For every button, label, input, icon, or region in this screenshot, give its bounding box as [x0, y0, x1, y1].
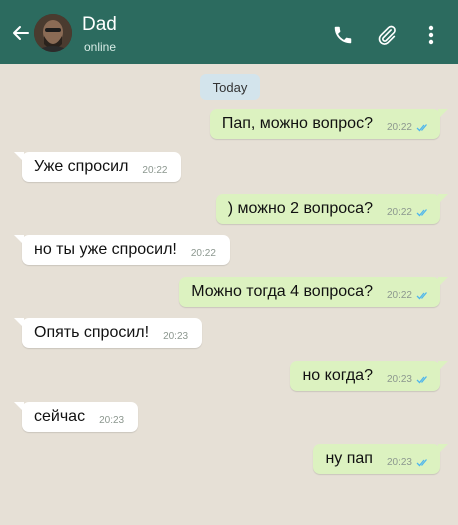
- message-text: но когда?: [302, 367, 373, 384]
- contact-name[interactable]: Dad: [82, 14, 117, 36]
- message-text: Опять спросил!: [34, 324, 150, 341]
- message-time: 20:23: [163, 330, 189, 342]
- message-list[interactable]: Today Пап, можно вопрос? 20:22 Уже спрос…: [0, 64, 458, 525]
- message-incoming[interactable]: Опять спросил! 20:23: [13, 318, 203, 348]
- message-outgoing[interactable]: но когда? 20:23: [290, 361, 448, 391]
- message-time: 20:22: [386, 289, 412, 301]
- message-outgoing[interactable]: ) можно 2 вопроса? 20:22: [215, 194, 449, 224]
- message-text: но ты уже спросил!: [34, 241, 177, 258]
- chat-header: Dad online: [0, 0, 458, 64]
- message-time: 20:23: [386, 373, 412, 385]
- contact-status: online: [84, 40, 117, 54]
- read-check-icon: [416, 208, 430, 217]
- message-text: Пап, можно вопрос?: [221, 115, 373, 132]
- message-time: 20:23: [386, 456, 412, 468]
- message-text: Можно тогда 4 вопроса?: [191, 283, 373, 300]
- read-check-icon: [416, 123, 430, 132]
- date-divider: Today: [200, 74, 260, 100]
- message-incoming[interactable]: но ты уже спросил! 20:22: [14, 235, 230, 265]
- message-outgoing[interactable]: ну пап 20:23: [313, 444, 448, 474]
- message-incoming[interactable]: сейчас 20:23: [13, 402, 139, 432]
- read-check-icon: [416, 291, 430, 300]
- read-check-icon: [416, 375, 430, 384]
- avatar[interactable]: [34, 14, 72, 52]
- message-time: 20:22: [386, 206, 412, 218]
- arrow-left-icon[interactable]: [8, 20, 34, 46]
- message-text: Уже спросил: [34, 158, 129, 175]
- phone-icon[interactable]: [330, 22, 356, 48]
- message-time: 20:22: [142, 164, 168, 176]
- message-time: 20:23: [99, 414, 125, 426]
- message-incoming[interactable]: Уже спросил 20:22: [13, 152, 182, 182]
- read-check-icon: [416, 458, 430, 467]
- message-outgoing[interactable]: Можно тогда 4 вопроса? 20:22: [179, 277, 448, 307]
- more-vertical-icon[interactable]: [418, 22, 444, 48]
- message-outgoing[interactable]: Пап, можно вопрос? 20:22: [209, 109, 449, 139]
- message-text: сейчас: [34, 408, 86, 425]
- message-text: ну пап: [325, 450, 373, 467]
- chat-screen: Dad online Today Пап, можно вопрос? 20:2…: [0, 0, 458, 525]
- paperclip-icon[interactable]: [374, 22, 400, 48]
- message-time: 20:22: [386, 121, 412, 133]
- message-text: ) можно 2 вопроса?: [227, 200, 373, 217]
- message-time: 20:22: [190, 247, 216, 259]
